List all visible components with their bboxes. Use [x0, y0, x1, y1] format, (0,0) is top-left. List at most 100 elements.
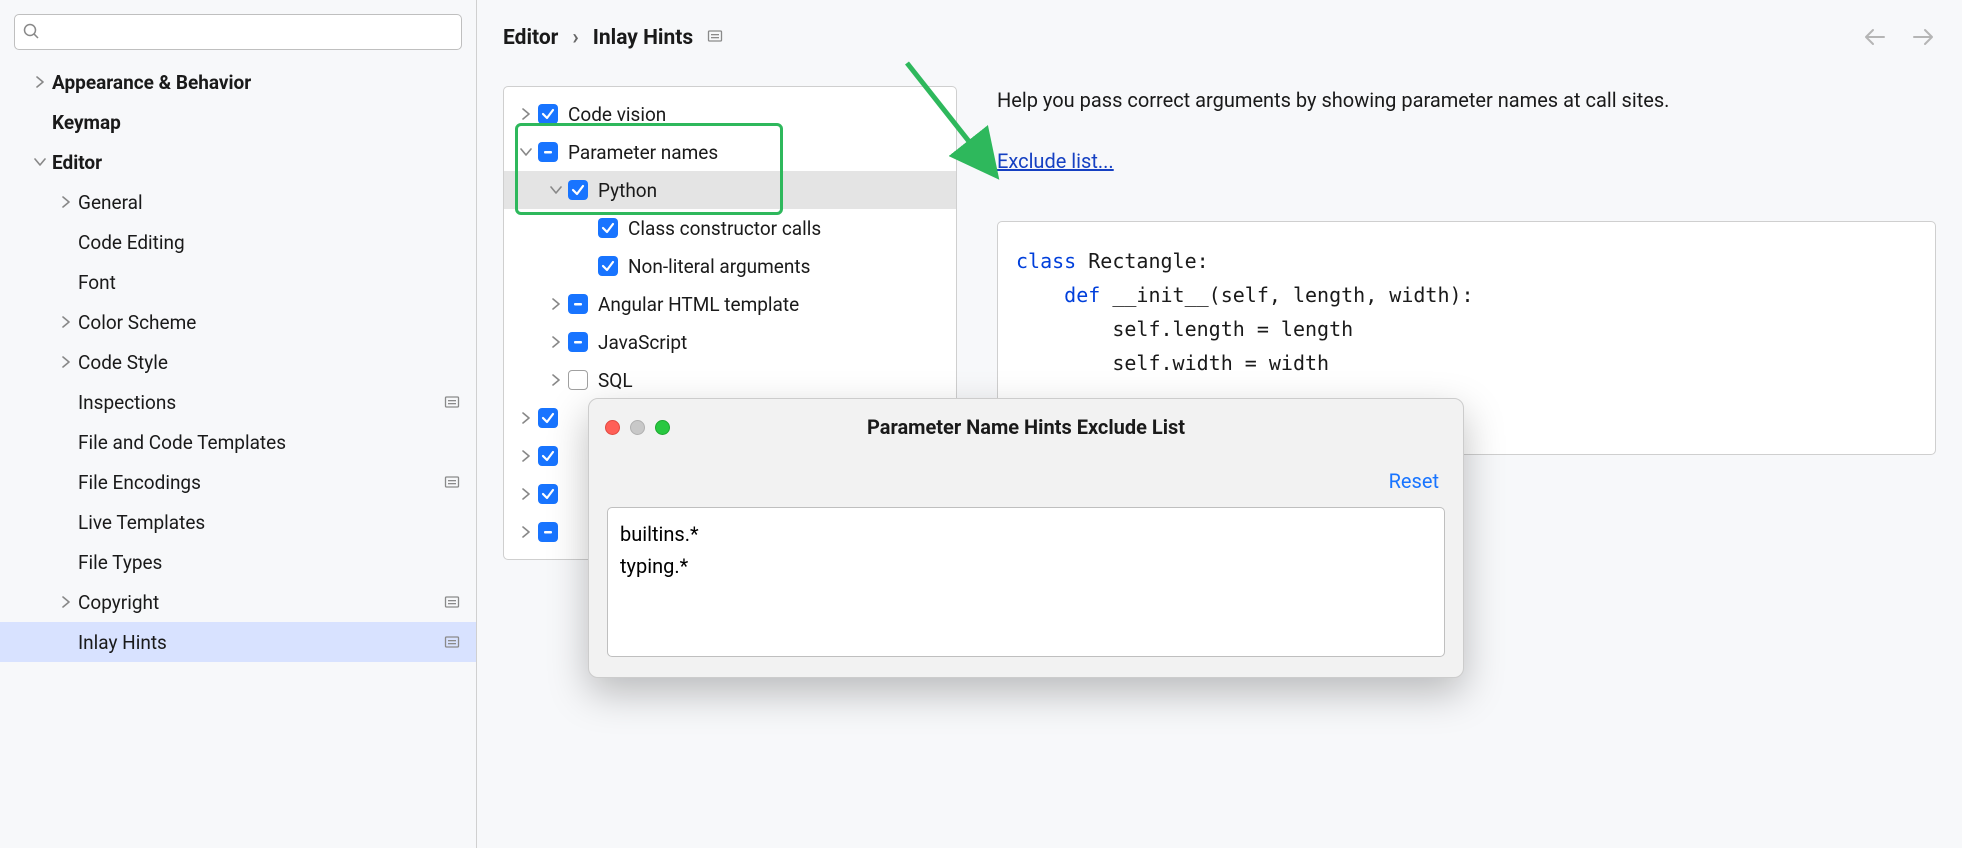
chevron-right-icon: [28, 76, 52, 88]
chevron-right-icon: [514, 412, 538, 424]
keyword-def: def: [1064, 283, 1100, 307]
tree-row-non-literal-arguments[interactable]: Non-literal arguments: [504, 247, 956, 285]
checkbox[interactable]: [568, 370, 588, 390]
sidebar-item-font[interactable]: Font: [0, 262, 476, 302]
chevron-right-icon: [54, 196, 78, 208]
sidebar-item-label: Code Style: [78, 351, 476, 374]
overflow-icon: [707, 26, 723, 50]
checkbox[interactable]: [598, 256, 618, 276]
chevron-right-icon: [514, 450, 538, 462]
window-controls: [605, 420, 670, 435]
tree-row-label: JavaScript: [598, 331, 687, 354]
chevron-right-icon: [544, 374, 568, 386]
sidebar-item-label: Inspections: [78, 391, 444, 414]
checkbox[interactable]: [568, 332, 588, 352]
tree-row-python[interactable]: Python: [504, 171, 956, 209]
checkbox[interactable]: [568, 294, 588, 314]
sidebar-item-general[interactable]: General: [0, 182, 476, 222]
sidebar-item-label: Appearance & Behavior: [52, 71, 476, 94]
sidebar-item-label: Color Scheme: [78, 311, 476, 334]
sidebar-item-file-types[interactable]: File Types: [0, 542, 476, 582]
chevron-right-icon: [514, 108, 538, 120]
search-container: [0, 14, 476, 62]
sidebar-item-inlay-hints[interactable]: Inlay Hints: [0, 622, 476, 662]
chevron-down-icon: [28, 156, 52, 168]
dialog-title: Parameter Name Hints Exclude List: [589, 415, 1463, 439]
chevron-right-icon: [544, 336, 568, 348]
overflow-icon: [444, 634, 460, 650]
forward-arrow-icon[interactable]: [1912, 28, 1934, 51]
breadcrumb-editor[interactable]: Editor: [503, 26, 558, 50]
overflow-icon: [444, 474, 460, 490]
sidebar-item-label: File Types: [78, 551, 476, 574]
back-arrow-icon[interactable]: [1864, 28, 1886, 51]
sidebar-item-keymap[interactable]: Keymap: [0, 102, 476, 142]
exclude-list-dialog: Parameter Name Hints Exclude List Reset: [588, 398, 1464, 678]
sidebar-item-label: Code Editing: [78, 231, 476, 254]
sidebar-item-file-encodings[interactable]: File Encodings: [0, 462, 476, 502]
tree-row-sql[interactable]: SQL: [504, 361, 956, 399]
sidebar-item-copyright[interactable]: Copyright: [0, 582, 476, 622]
sidebar-item-inspections[interactable]: Inspections: [0, 382, 476, 422]
tree-row-label: Parameter names: [568, 141, 718, 164]
checkbox[interactable]: [538, 104, 558, 124]
sidebar-item-live-templates[interactable]: Live Templates: [0, 502, 476, 542]
tree-row-angular-html-template[interactable]: Angular HTML template: [504, 285, 956, 323]
maximize-icon[interactable]: [655, 420, 670, 435]
chevron-right-icon: [54, 316, 78, 328]
checkbox[interactable]: [538, 446, 558, 466]
help-text: Help you pass correct arguments by showi…: [997, 86, 1936, 115]
chevron-right-icon: [514, 526, 538, 538]
chevron-down-icon: [514, 146, 538, 158]
sidebar-item-label: File Encodings: [78, 471, 444, 494]
nav-arrows: [1864, 28, 1934, 51]
dialog-titlebar: Parameter Name Hints Exclude List: [589, 399, 1463, 455]
breadcrumb: Editor › Inlay Hints: [503, 26, 1936, 50]
chevron-right-icon: [514, 488, 538, 500]
breadcrumb-inlay-hints: Inlay Hints: [593, 26, 693, 50]
exclude-list-link[interactable]: Exclude list...: [997, 149, 1114, 173]
chevron-down-icon: [544, 184, 568, 196]
sidebar-item-appearance-behavior[interactable]: Appearance & Behavior: [0, 62, 476, 102]
close-icon[interactable]: [605, 420, 620, 435]
chevron-right-icon: [544, 298, 568, 310]
exclude-list-textarea[interactable]: [607, 507, 1445, 657]
sidebar-item-label: Keymap: [52, 111, 476, 134]
sidebar-item-color-scheme[interactable]: Color Scheme: [0, 302, 476, 342]
search-input[interactable]: [14, 14, 462, 50]
sidebar-item-label: Font: [78, 271, 476, 294]
tree-row-javascript[interactable]: JavaScript: [504, 323, 956, 361]
sidebar-item-label: Live Templates: [78, 511, 476, 534]
settings-tree: Appearance & Behavior Keymap Editor General…: [0, 62, 476, 662]
chevron-right-icon: [54, 356, 78, 368]
checkbox[interactable]: [538, 522, 558, 542]
tree-row-parameter-names[interactable]: Parameter names: [504, 133, 956, 171]
sidebar-item-label: Editor: [52, 151, 476, 174]
reset-link[interactable]: Reset: [607, 469, 1445, 493]
overflow-icon: [444, 394, 460, 410]
minimize-icon: [630, 420, 645, 435]
sidebar-item-editor[interactable]: Editor: [0, 142, 476, 182]
checkbox[interactable]: [538, 484, 558, 504]
tree-row-label: Angular HTML template: [598, 293, 799, 316]
tree-row-code-vision[interactable]: Code vision: [504, 95, 956, 133]
breadcrumb-separator: ›: [572, 26, 578, 50]
tree-row-label: SQL: [598, 369, 633, 392]
sidebar-item-label: General: [78, 191, 476, 214]
checkbox[interactable]: [598, 218, 618, 238]
sidebar-item-code-editing[interactable]: Code Editing: [0, 222, 476, 262]
checkbox[interactable]: [568, 180, 588, 200]
tree-row-label: Non-literal arguments: [628, 255, 810, 278]
sidebar-item-label: Inlay Hints: [78, 631, 444, 654]
sidebar-item-file-and-code-templates[interactable]: File and Code Templates: [0, 422, 476, 462]
overflow-icon: [444, 594, 460, 610]
tree-row-class-constructor-calls[interactable]: Class constructor calls: [504, 209, 956, 247]
sidebar-item-code-style[interactable]: Code Style: [0, 342, 476, 382]
sidebar-item-label: File and Code Templates: [78, 431, 476, 454]
checkbox[interactable]: [538, 142, 558, 162]
tree-row-label: Python: [598, 179, 657, 202]
tree-row-label: Code vision: [568, 103, 666, 126]
chevron-right-icon: [54, 596, 78, 608]
keyword-class: class: [1016, 249, 1076, 273]
checkbox[interactable]: [538, 408, 558, 428]
